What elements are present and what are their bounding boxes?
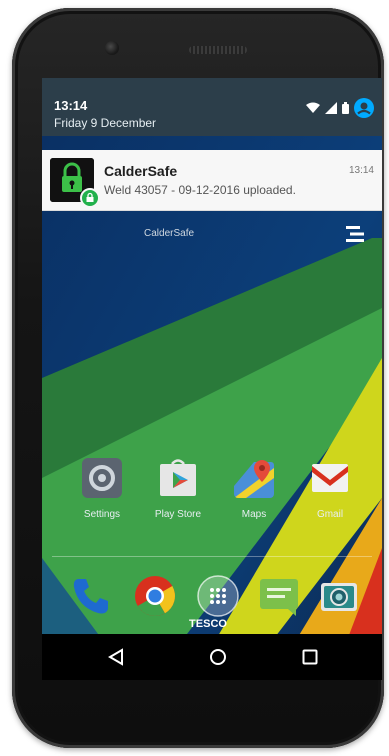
navigation-bar [42, 634, 382, 680]
signal-icon [325, 102, 337, 114]
app-label: Play Store [154, 509, 202, 520]
notification-time: 13:14 [348, 165, 374, 176]
notification-app-name: CalderSafe [104, 163, 178, 179]
camera-icon[interactable] [318, 575, 360, 617]
settings-icon [82, 458, 122, 498]
menu-icon[interactable] [344, 224, 366, 244]
status-date: Friday 9 December [54, 116, 157, 130]
home-icon[interactable] [208, 647, 228, 667]
status-icons [306, 98, 374, 118]
messages-icon[interactable] [258, 575, 300, 617]
notification-badge [80, 188, 100, 208]
recents-icon[interactable] [300, 647, 320, 667]
maps-icon [234, 460, 274, 498]
phone-frame: 13:14 Friday 9 December CalderSafe Weld … [12, 8, 384, 748]
app-gmail[interactable]: Gmail [300, 458, 360, 520]
earpiece-speaker [189, 46, 247, 54]
app-play-store[interactable]: Play Store [148, 458, 208, 520]
play-store-icon [160, 459, 196, 496]
back-icon[interactable] [106, 647, 126, 667]
chrome-icon[interactable] [134, 575, 176, 617]
notification-card[interactable]: CalderSafe Weld 43057 - 09-12-2016 uploa… [42, 150, 382, 211]
notification-message: Weld 43057 - 09-12-2016 uploaded. [104, 183, 296, 197]
front-camera [105, 41, 119, 55]
app-drawer-icon[interactable] [197, 575, 239, 617]
wifi-icon [306, 102, 320, 113]
app-settings[interactable]: Settings [72, 458, 132, 520]
battery-icon [342, 102, 349, 114]
account-icon[interactable] [354, 98, 374, 118]
notification-shade-header: 13:14 Friday 9 December [42, 78, 382, 136]
status-time: 13:14 [54, 98, 88, 113]
phone-icon[interactable] [70, 575, 112, 617]
tesco-label: TESCO [189, 618, 227, 630]
app-label: Maps [241, 509, 267, 520]
app-label: Settings [83, 509, 121, 520]
screen: 13:14 Friday 9 December CalderSafe Weld … [42, 78, 382, 680]
app-label: Gmail [316, 509, 344, 520]
gmail-icon [312, 464, 348, 492]
small-lock-icon [86, 192, 94, 202]
app-maps[interactable]: Maps [224, 458, 284, 520]
dock-divider [52, 556, 372, 557]
caldersafe-widget-label[interactable]: CalderSafe [144, 228, 194, 239]
